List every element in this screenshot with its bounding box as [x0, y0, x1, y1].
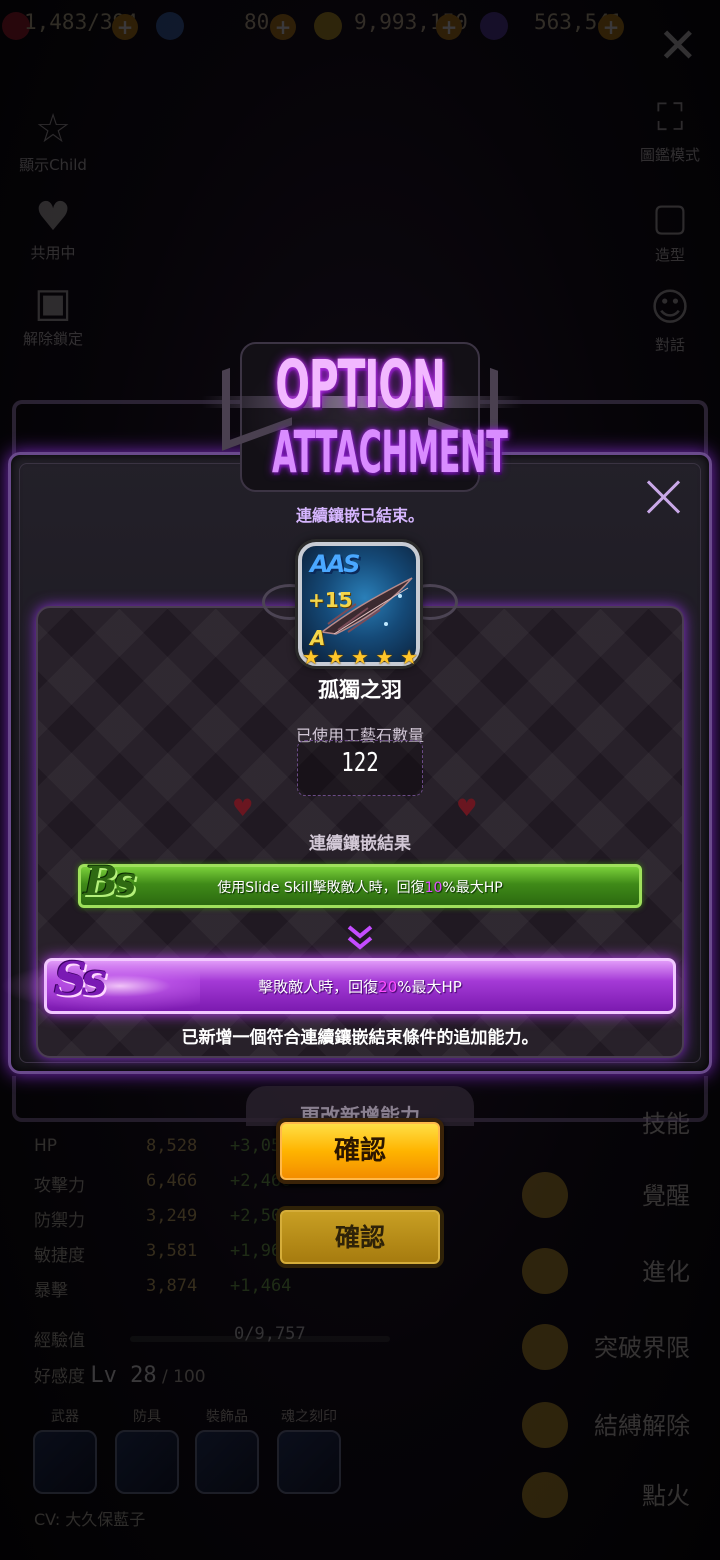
added-ability-message: 已新增一個符合連續鑲嵌結束條件的追加能力。	[181, 1028, 539, 1048]
item-name: 孤獨之羽	[318, 678, 402, 702]
option-value: 10	[424, 880, 443, 896]
star-icon: ★	[302, 645, 320, 669]
logo-title-line1: OPTION	[275, 346, 446, 423]
item-star-rating: ★ ★ ★ ★ ★	[302, 646, 418, 668]
star-icon: ★	[326, 645, 345, 669]
option-unit: %最大HP	[397, 978, 462, 996]
option-value: 20	[378, 978, 398, 996]
result-label: 連續鑲嵌結果	[309, 834, 411, 854]
confirm-button-secondary[interactable]: 確認	[276, 1206, 444, 1268]
broken-heart-icon: ♥	[232, 794, 254, 822]
star-icon: ★	[351, 645, 369, 669]
option-text: 擊敗敵人時，回復	[258, 978, 379, 996]
finish-message: 連續鑲嵌已結束。	[295, 506, 424, 525]
item-grade-badge: AAS	[310, 550, 360, 578]
star-icon: ★	[375, 645, 394, 669]
previous-option-text: 使用Slide Skill擊敗敵人時，回復10%最大HP	[78, 877, 642, 897]
used-stones-value: 122	[341, 748, 379, 778]
new-option-text: 擊敗敵人時，回復20%最大HP	[44, 976, 676, 997]
logo-title-line2: ATTACHMENT	[272, 418, 508, 486]
option-attachment-logo: OPTION ATTACHMENT	[200, 246, 522, 496]
item-enhance-level: +15	[308, 588, 353, 612]
confirm-button[interactable]: 確認	[276, 1118, 444, 1184]
star-icon: ★	[400, 645, 418, 669]
broken-heart-icon: ♥	[456, 794, 478, 822]
option-unit: %最大HP	[442, 880, 503, 896]
option-text: 使用Slide Skill擊敗敵人時，回復	[217, 880, 425, 896]
chevron-down-icon	[347, 925, 373, 950]
